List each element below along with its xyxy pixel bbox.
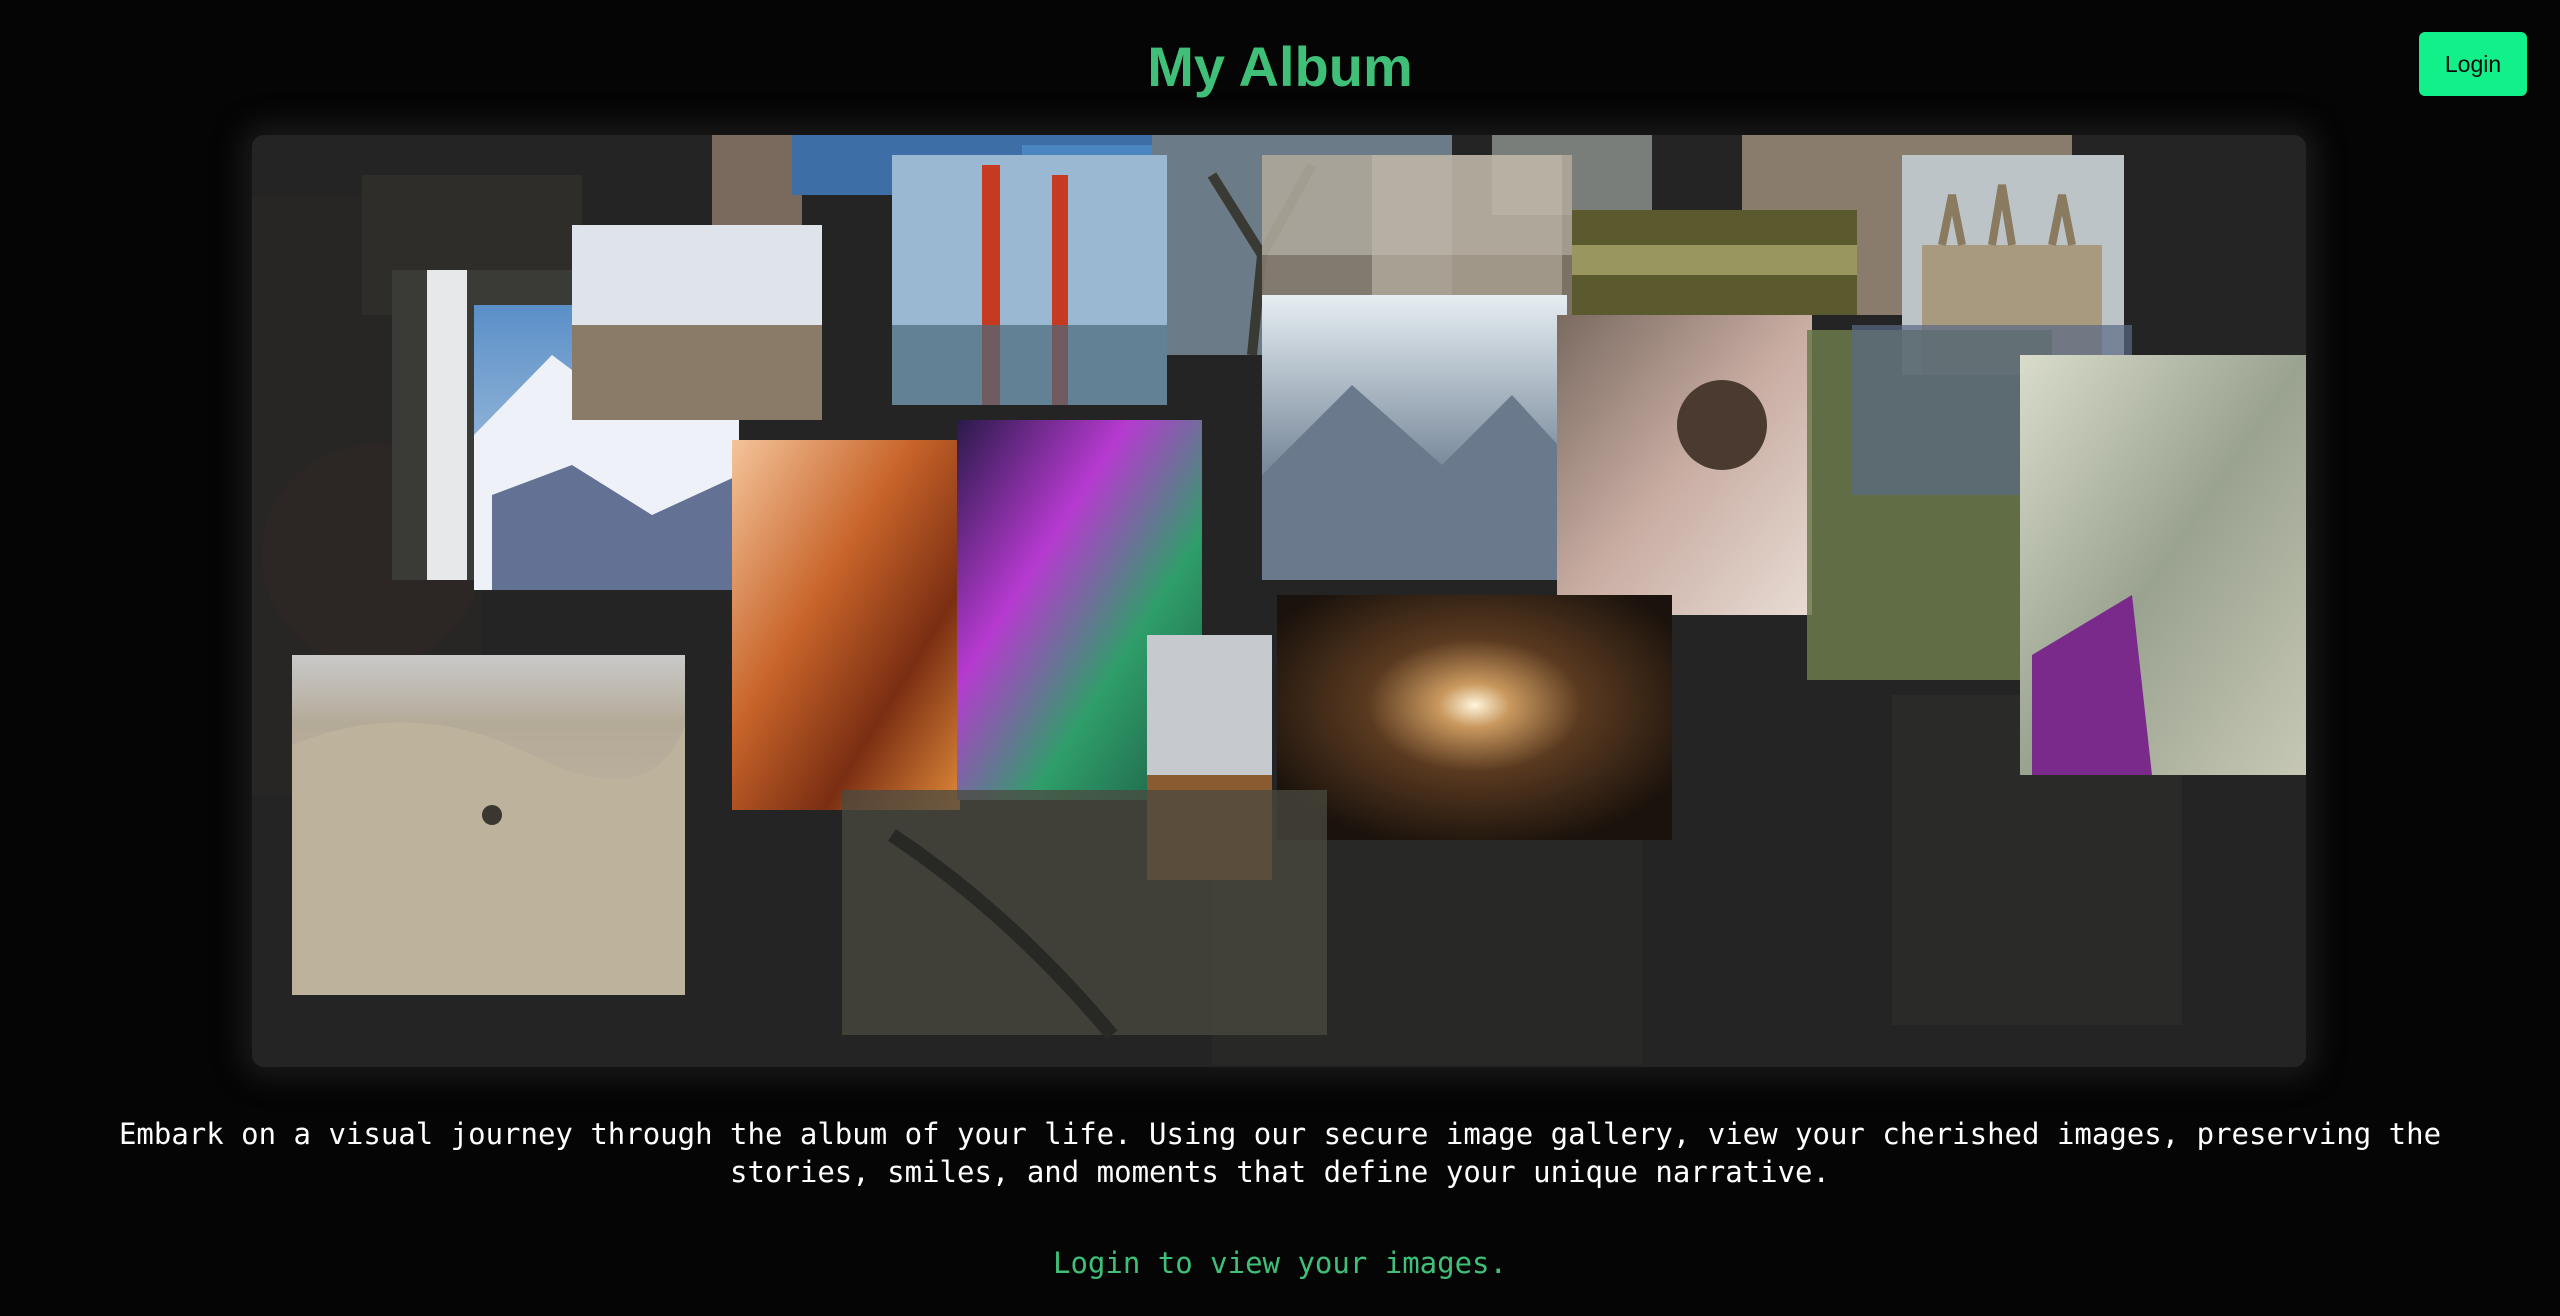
antelope-canyon-photo xyxy=(732,440,960,810)
photo-collage xyxy=(252,135,2306,1067)
guitar-neck-photo xyxy=(1572,210,1857,315)
beach-photo xyxy=(572,225,822,420)
mountain-lake-photo xyxy=(1262,295,1567,580)
collage-canvas xyxy=(252,135,2306,1065)
album-description: Embark on a visual journey through the a… xyxy=(118,1117,2442,1189)
woman-in-purple-dress-photo xyxy=(2020,355,2306,775)
tree-shadow-photo xyxy=(842,790,1327,1040)
login-button[interactable]: Login xyxy=(2419,32,2527,96)
album-page: My Album Login Embark on a visual journe… xyxy=(0,0,2560,1316)
golden-gate-bridge-photo xyxy=(892,155,1167,405)
pug-in-blanket-photo xyxy=(1557,315,1812,615)
desert-dunes-photo xyxy=(292,655,685,995)
tunnel-light-photo xyxy=(1277,595,1672,840)
login-prompt: Login to view your images. xyxy=(1053,1246,1507,1280)
page-title: My Album xyxy=(1147,35,1413,98)
